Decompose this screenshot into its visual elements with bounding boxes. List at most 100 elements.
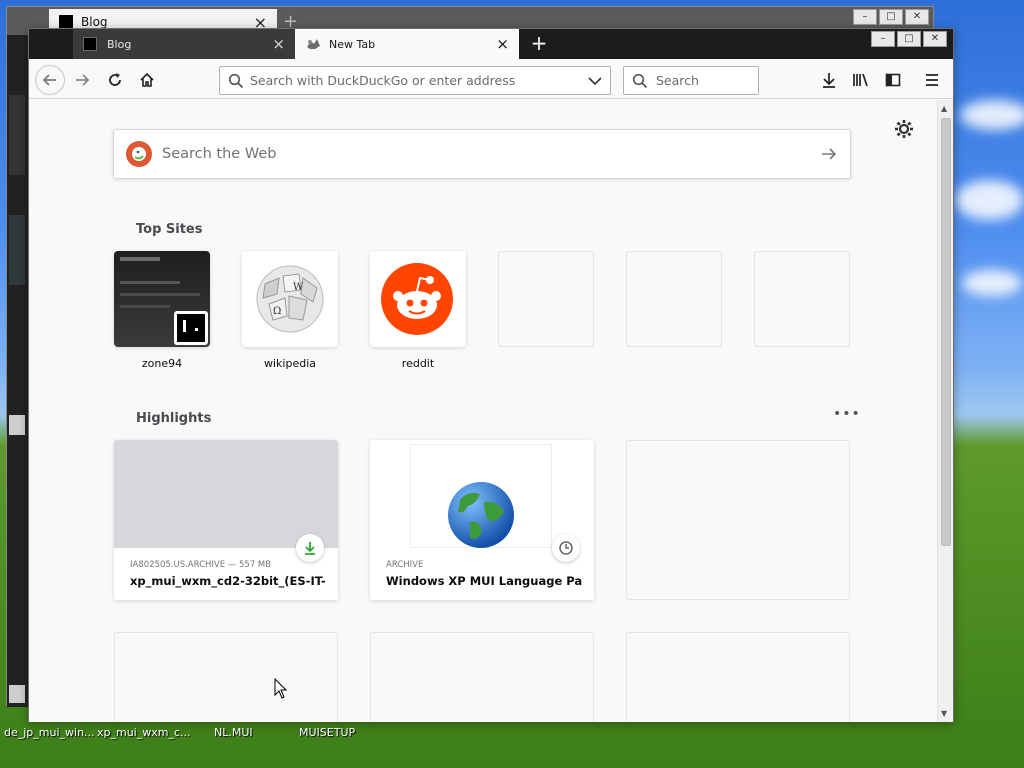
home-button[interactable] [132,65,162,95]
vertical-scrollbar[interactable]: ▲ ▼ [937,100,953,722]
download-icon [823,73,835,88]
maximize-button[interactable]: □ [879,9,903,25]
globe-icon [446,480,516,550]
highlight-placeholder [114,632,338,722]
background-content-block [9,415,25,435]
svg-text:Ω: Ω [273,306,281,317]
top-site-label: zone94 [141,357,183,370]
top-site-placeholder[interactable] [754,251,850,347]
highlight-title: Windows XP MUI Language Pack... [386,574,582,588]
library-button[interactable] [846,65,876,95]
desktop-cloud [962,270,1022,296]
search-bar[interactable] [623,66,812,95]
navigation-toolbar [29,59,953,99]
chevron-down-icon[interactable] [588,76,602,86]
arrow-left-icon [42,74,56,86]
library-icon [853,73,868,87]
minimize-button[interactable]: – [871,31,895,47]
desktop-icon-label[interactable]: xp_mui_wxm_c... [97,726,191,739]
top-site-label: wikipedia [263,357,316,370]
highlight-meta: ARCHIVE [386,560,424,570]
arrow-right-icon[interactable] [820,146,838,162]
close-tab-icon[interactable]: × [272,36,285,52]
customize-settings-button[interactable] [893,118,915,140]
top-site-placeholder[interactable] [626,251,722,347]
mouse-cursor-icon [274,677,288,704]
blog-favicon-icon [83,37,97,51]
desktop-icon-label[interactable]: MUISETUP [299,726,355,739]
background-content-block [9,215,25,285]
reddit-logo-icon [380,262,454,336]
background-window-content [7,35,29,707]
top-site-tile[interactable]: Ω W [242,251,338,347]
zone94-favicon-icon [174,311,208,345]
svg-text:W: W [293,282,304,293]
wikipedia-globe-icon: Ω W [255,264,325,334]
new-tab-page: Search the Web Top Sites zone94 Ω W wiki… [29,100,937,722]
highlight-card[interactable]: ARCHIVE Windows XP MUI Language Pack... [370,440,594,600]
back-button[interactable] [35,65,65,95]
top-sites-heading: Top Sites [136,222,203,237]
window-controls: – □ ✕ [871,31,947,47]
firefox-favicon-icon [305,37,320,51]
hamburger-icon [926,74,938,86]
highlight-placeholder [370,632,594,722]
home-icon [140,72,154,87]
scroll-down-icon[interactable]: ▼ [941,709,947,718]
top-site-tile[interactable] [370,251,466,347]
desktop-icon-label[interactable]: NL.MUI [214,726,253,739]
background-tab-title: Blog [81,15,108,29]
desktop-icon-label[interactable]: de_jp_mui_win... [4,726,95,739]
arrow-right-icon [76,74,90,86]
highlight-placeholder [626,440,850,600]
new-tab-button[interactable]: + [527,31,551,55]
tabstrip: Blog × New Tab × + – □ ✕ [29,29,953,59]
sidebar-icon [885,73,901,87]
highlight-thumbnail [114,440,338,548]
search-input[interactable] [656,67,812,94]
desktop-cloud [960,100,1024,130]
highlights-heading: Highlights [136,411,212,426]
reload-button[interactable] [100,65,130,95]
close-tab-icon[interactable]: × [496,36,509,52]
web-search-placeholder: Search the Web [162,146,277,162]
background-content-block [9,685,25,703]
highlights-menu-icon[interactable]: ••• [833,406,861,422]
close-window-button[interactable]: ✕ [923,31,947,47]
gear-icon [895,120,913,138]
maximize-button[interactable]: □ [897,31,921,47]
sidebar-button[interactable] [878,65,908,95]
menu-button[interactable] [917,65,947,95]
address-input[interactable] [250,67,588,94]
search-icon [632,73,648,89]
scroll-thumb[interactable] [941,118,951,546]
duckduckgo-logo-icon [126,141,152,167]
tab-blog[interactable]: Blog × [73,29,295,59]
highlight-placeholder [626,632,850,722]
forward-button[interactable] [67,65,97,95]
minimize-button[interactable]: – [853,9,877,25]
web-search-box[interactable]: Search the Web [113,129,851,179]
top-site-tile[interactable] [114,251,210,347]
close-window-button[interactable]: ✕ [905,9,929,25]
top-site-placeholder[interactable] [498,251,594,347]
highlight-title: xp_mui_wxm_cd2-32bit_(ES-IT-... [130,574,326,588]
reload-icon [109,73,121,86]
blog-favicon-icon [59,15,73,29]
address-bar[interactable] [219,66,611,95]
highlight-card[interactable]: IA802505.US.ARCHIVE — 557 MB xp_mui_wxm_… [114,440,338,600]
search-icon [228,73,244,89]
scroll-up-icon[interactable]: ▲ [941,104,947,113]
download-icon [296,534,324,562]
downloads-button[interactable] [814,65,844,95]
tab-title: New Tab [329,37,376,51]
browser-window[interactable]: Blog × New Tab × + – □ ✕ Search with Duc… [28,28,954,722]
highlight-meta: IA802505.US.ARCHIVE — 557 MB [130,560,272,570]
highlight-thumbnail [370,440,594,548]
tab-new-tab[interactable]: New Tab × [295,29,519,59]
desktop-cloud [955,180,1024,220]
background-window-controls: – □ ✕ [853,9,929,25]
tab-title: Blog [107,37,132,51]
top-site-label: reddit [401,357,435,370]
background-content-block [9,95,25,175]
